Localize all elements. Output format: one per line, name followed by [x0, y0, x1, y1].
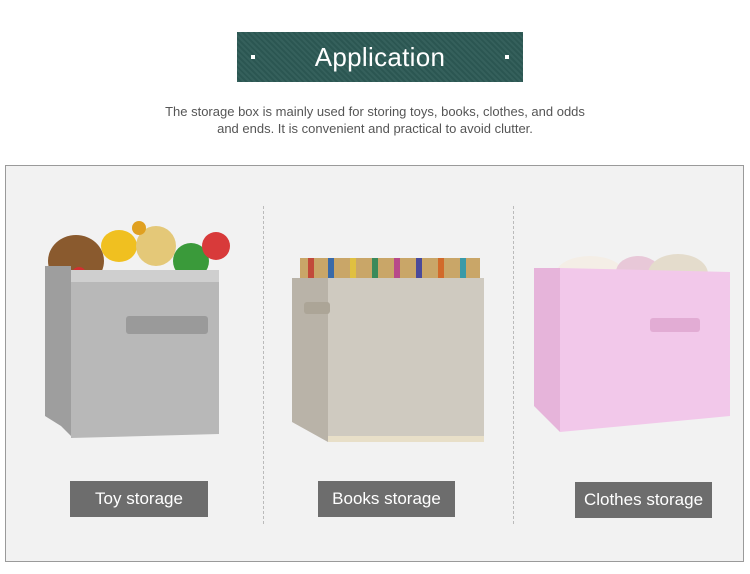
- intro-text: The storage box is mainly used for stori…: [0, 103, 750, 137]
- divider-right: [513, 206, 514, 524]
- clothes-storage-box-image: [534, 254, 730, 432]
- divider-left: [263, 206, 264, 524]
- section-title: Application: [314, 41, 446, 72]
- books-box-front: [328, 278, 484, 442]
- books-storage-label: Books storage: [318, 481, 455, 517]
- toy-duck: [101, 230, 137, 262]
- clothes-box-handle: [650, 318, 700, 332]
- toy-storage-box-image: [45, 221, 230, 438]
- intro-line-1: The storage box is mainly used for stori…: [165, 104, 585, 119]
- toy-crab: [202, 232, 230, 260]
- clothes-storage-label: Clothes storage: [575, 482, 712, 518]
- clothes-box-side: [534, 268, 560, 432]
- application-panel: Toy storage Books storage Clothes storag…: [5, 165, 744, 562]
- section-banner: Application: [237, 32, 523, 82]
- books-box-handle: [304, 302, 330, 314]
- books-storage-box-image: [292, 258, 484, 442]
- banner-dot-right: [505, 55, 509, 59]
- toy-box-side: [45, 266, 71, 436]
- toy-small: [132, 221, 146, 235]
- intro-line-2: and ends. It is convenient and practical…: [217, 121, 533, 136]
- toy-box-handle: [126, 316, 208, 334]
- toy-storage-label: Toy storage: [70, 481, 208, 517]
- banner-dot-left: [251, 55, 255, 59]
- toy-box-front: [71, 270, 219, 438]
- toy-box-rim: [71, 270, 219, 282]
- books-box-base: [328, 436, 484, 442]
- clothes-box-front: [560, 268, 730, 432]
